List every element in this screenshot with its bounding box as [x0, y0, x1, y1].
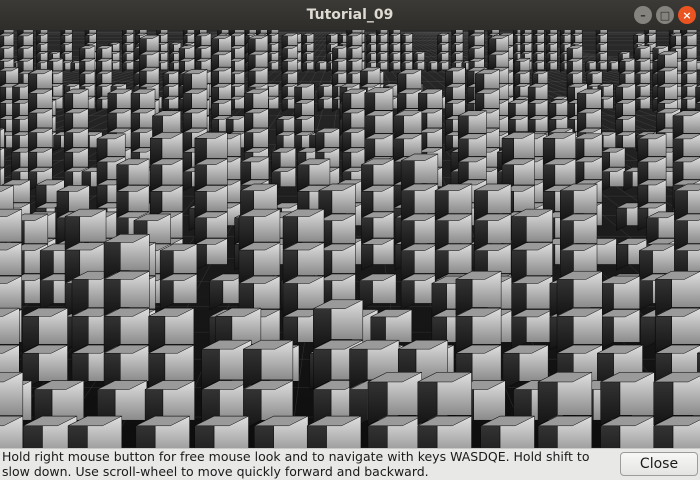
window-controls: – □ ×	[634, 6, 696, 24]
cube-stack	[367, 371, 422, 448]
cube-stack	[22, 307, 68, 390]
cube-stack	[0, 127, 5, 187]
cube-stack	[27, 69, 53, 192]
help-text: Hold right mouse button for free mouse l…	[2, 449, 590, 479]
application-window: Tutorial_09 – □ × Hold right mouse butto…	[0, 0, 700, 480]
cube-stack	[681, 30, 698, 112]
cube-stack	[103, 233, 150, 390]
title-bar[interactable]: Tutorial_09 – □ ×	[0, 0, 700, 31]
cube-stack	[376, 30, 388, 73]
cube-stack	[600, 371, 655, 448]
window-close-icon[interactable]: ×	[678, 6, 696, 24]
cube-stack	[511, 208, 553, 351]
close-button[interactable]: Close	[620, 452, 698, 476]
cube-stack	[595, 30, 608, 73]
cube-stack	[0, 372, 24, 448]
cube-stack	[317, 83, 334, 112]
cube-stack	[302, 32, 315, 73]
cube-stack	[634, 45, 651, 112]
cube-stack	[267, 30, 279, 73]
cube-stack	[162, 70, 179, 112]
cube-stack	[159, 243, 198, 311]
cube-stack	[598, 275, 641, 351]
minimize-icon[interactable]: –	[634, 6, 652, 24]
cube-stack	[545, 30, 558, 73]
cube-stack	[653, 371, 700, 448]
cube-stack	[417, 371, 472, 448]
cube-stack	[615, 83, 636, 152]
window-title: Tutorial_09	[306, 7, 394, 23]
cube-stack	[532, 30, 545, 73]
cube-stack	[122, 30, 134, 73]
cube-stack	[400, 32, 413, 73]
scene-canvas	[0, 30, 700, 448]
maximize-icon[interactable]: □	[656, 6, 674, 24]
cube-stack	[437, 32, 449, 73]
status-bar: Hold right mouse button for free mouse l…	[0, 448, 700, 480]
cube-stack	[451, 30, 464, 73]
cube-stack	[655, 270, 700, 390]
cube-stack	[36, 30, 48, 73]
cube-stack	[388, 30, 401, 73]
cube-stack	[194, 131, 228, 271]
cube-stack	[148, 307, 195, 390]
cube-stack	[413, 51, 425, 73]
cube-stack	[243, 339, 294, 430]
block-city	[0, 30, 700, 448]
cube-stack	[275, 115, 297, 152]
render-viewport[interactable]	[0, 30, 700, 448]
cube-stack	[537, 371, 593, 448]
cube-stack	[455, 270, 502, 390]
cube-stack	[600, 147, 626, 192]
cube-stack	[361, 158, 395, 271]
cube-stack	[556, 270, 603, 390]
